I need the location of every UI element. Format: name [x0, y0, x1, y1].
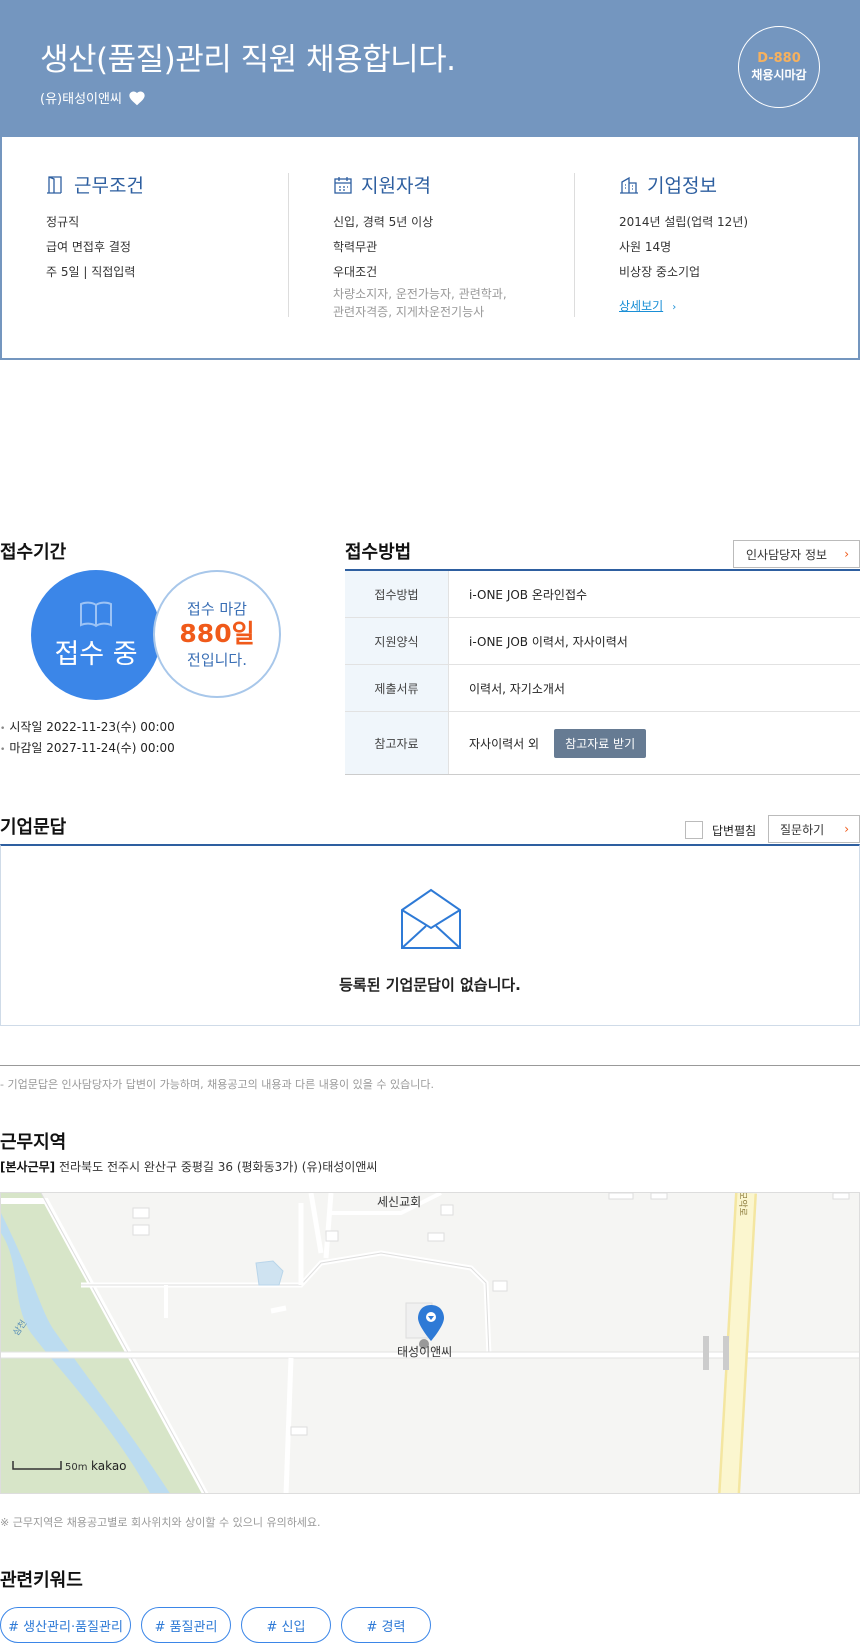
location-map[interactable]: 세신교회 태성이앤씨 삼천 모악로 50m kakao [0, 1192, 860, 1494]
qualifications-title: 지원자격 [361, 175, 431, 197]
map-scale-label: 50m [65, 1462, 88, 1473]
preference-detail: 관련자격증, 지게차운전기능사 [333, 305, 485, 319]
qa-note: - 기업문답은 인사담당자가 답변이 가능하며, 채용공고의 내용과 다른 내용… [0, 1078, 434, 1091]
keyword-tag[interactable]: # 생산관리·품질관리 [0, 1607, 131, 1643]
dday-badge: D-880 채용시마감 [738, 26, 820, 108]
qualification-line: 학력무관 [333, 240, 378, 254]
map-label-road: 모악로 [736, 1192, 747, 1216]
divider [0, 1065, 860, 1066]
ask-question-button[interactable]: 질문하기 › [768, 815, 860, 843]
hr-info-button[interactable]: 인사담당자 정보 › [733, 540, 860, 568]
company-info-line: 사원 14명 [619, 240, 672, 254]
qualification-line: 신입, 경력 5년 이상 [333, 215, 434, 229]
end-date: 마감일 2027-11-24(수) 00:00 [0, 739, 174, 760]
dday-count: D-880 [757, 51, 801, 66]
building-icon [620, 176, 638, 194]
download-reference-button[interactable]: 참고자료 받기 [554, 728, 647, 758]
company-info-title: 기업정보 [647, 175, 717, 197]
open-book-icon [80, 601, 112, 627]
deadline-prefix: 접수 마감 [187, 600, 247, 618]
divider [288, 173, 289, 317]
row-value-cell: 자사이력서 외 참고자료 받기 [449, 712, 860, 774]
row-label: 참고자료 [345, 712, 449, 774]
work-conditions-title-row: 근무조건 [46, 171, 144, 198]
preference-detail: 차량소지자, 운전가능자, 관련학과, [333, 287, 507, 301]
work-condition-line: 급여 면접후 결정 [46, 240, 131, 254]
door-icon [47, 175, 62, 194]
row-value: i-ONE JOB 이력서, 자사이력서 [469, 634, 628, 649]
address-tag: [본사근무] [0, 1160, 56, 1174]
apply-table: 접수방법 i-ONE JOB 온라인접수 지원양식 i-ONE JOB 이력서,… [345, 569, 860, 775]
map-label-church: 세신교회 [377, 1195, 422, 1209]
row-label: 접수방법 [345, 571, 449, 617]
days-left: 880일 [179, 619, 255, 648]
qa-heading: 기업문답 [0, 817, 67, 838]
company-info-line: 비상장 중소기업 [619, 265, 701, 279]
deadline-circle: 접수 마감 880일 전입니다. [153, 570, 281, 698]
heart-icon[interactable] [128, 90, 146, 106]
table-row: 접수방법 i-ONE JOB 온라인접수 [345, 571, 860, 618]
company-detail-link[interactable]: 상세보기 [619, 297, 663, 314]
apply-heading: 접수방법 [345, 542, 412, 563]
keyword-tag[interactable]: # 신입 [241, 1607, 331, 1643]
job-summary: 근무조건 정규직 급여 면접후 결정 주 5일 | 직접입력 지원자격 신입, … [0, 137, 860, 360]
qualifications: 지원자격 신입, 경력 5년 이상 학력무관 우대조건 차량소지자, 운전가능자… [333, 171, 507, 321]
row-value: 자사이력서 외 [469, 736, 540, 751]
keyword-tag[interactable]: # 경력 [341, 1607, 431, 1643]
hr-info-label: 인사담당자 정보 [746, 547, 828, 562]
period-heading: 접수기간 [0, 542, 67, 563]
chevron-right-icon: › [844, 547, 849, 561]
ask-question-label: 질문하기 [780, 822, 825, 837]
table-row: 지원양식 i-ONE JOB 이력서, 자사이력서 [345, 618, 860, 665]
row-value: i-ONE JOB 온라인접수 [469, 587, 588, 602]
qualifications-title-row: 지원자격 [333, 171, 507, 198]
work-address: [본사근무] 전라북도 전주시 완산구 중평길 36 (평화동3가) (유)태성… [0, 1158, 377, 1175]
expand-answers-checkbox[interactable] [685, 821, 703, 839]
qa-empty-box [0, 844, 860, 1026]
envelope-icon [401, 888, 461, 949]
company-info: 기업정보 2014년 설립(업력 12년) 사원 14명 비상장 중소기업 상세… [619, 171, 748, 314]
table-row: 제출서류 이력서, 자기소개서 [345, 665, 860, 712]
work-conditions: 근무조건 정규직 급여 면접후 결정 주 5일 | 직접입력 [46, 171, 144, 285]
location-note: ※ 근무지역은 채용공고별로 회사위치와 상이할 수 있으니 유의하세요. [0, 1516, 321, 1529]
qa-empty-text: 등록된 기업문답이 없습니다. [339, 976, 521, 994]
company-info-title-row: 기업정보 [619, 171, 748, 198]
calendar-icon [334, 176, 352, 194]
deadline-suffix: 전입니다. [187, 651, 247, 669]
work-condition-line: 정규직 [46, 215, 80, 229]
chevron-right-icon: › [844, 822, 849, 836]
work-conditions-title: 근무조건 [74, 175, 144, 197]
map-provider-logo: kakao [91, 1459, 127, 1473]
chevron-right-icon: › [672, 302, 677, 313]
keywords-heading: 관련키워드 [0, 1570, 83, 1591]
status-text: 접수 중 [54, 638, 138, 670]
company-name[interactable]: (유)태성이앤씨 [40, 88, 122, 107]
job-title: 생산(품질)관리 직원 채용합니다. [40, 42, 456, 78]
qualification-line: 우대조건 [333, 265, 378, 279]
job-header: 생산(품질)관리 직원 채용합니다. (유)태성이앤씨 D-880 채용시마감 [0, 0, 860, 137]
row-value: 이력서, 자기소개서 [469, 681, 565, 696]
period-dates: 시작일 2022-11-23(수) 00:00 마감일 2027-11-24(수… [0, 718, 174, 760]
address-text: 전라북도 전주시 완산구 중평길 36 (평화동3가) (유)태성이앤씨 [58, 1160, 378, 1174]
keyword-tag[interactable]: # 품질관리 [141, 1607, 231, 1643]
status-circle: 접수 중 [31, 570, 161, 700]
row-label: 지원양식 [345, 618, 449, 664]
location-heading: 근무지역 [0, 1132, 67, 1153]
divider [574, 173, 575, 317]
expand-answers-label[interactable]: 답변펼침 [712, 822, 756, 839]
company-name-row: (유)태성이앤씨 [40, 88, 146, 107]
row-label: 제출서류 [345, 665, 449, 711]
map-label-company: 태성이앤씨 [397, 1345, 453, 1359]
start-date: 시작일 2022-11-23(수) 00:00 [0, 718, 174, 739]
dday-label: 채용시마감 [751, 68, 807, 82]
work-condition-line: 주 5일 | 직접입력 [46, 265, 136, 279]
table-row: 참고자료 자사이력서 외 참고자료 받기 [345, 712, 860, 774]
company-info-line: 2014년 설립(업력 12년) [619, 215, 749, 229]
